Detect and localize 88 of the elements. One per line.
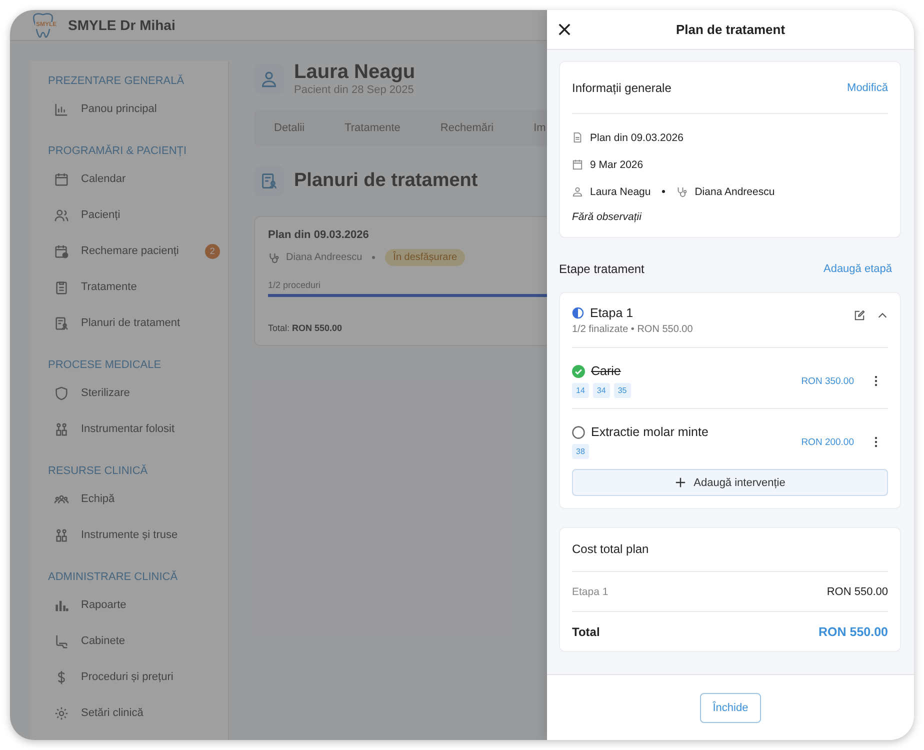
gear-icon — [54, 706, 69, 720]
cost-label: Etapa 1 — [572, 586, 608, 598]
sidebar-item[interactable]: Tratamente — [81, 281, 137, 293]
patient-name: Laura Neagu — [294, 61, 416, 84]
sidebar-item[interactable]: Instrumente și truse — [81, 529, 178, 541]
patient-name: Laura Neagu — [590, 186, 651, 198]
recall-icon — [54, 244, 69, 258]
edit-icon[interactable] — [854, 310, 865, 321]
close-drawer-button[interactable]: Închide — [700, 692, 762, 722]
tooth-tag: 14 — [572, 383, 589, 398]
sidebar-section-title: PREZENTARE GENERALĂ — [47, 74, 186, 89]
sidebar-section-title: PROGRAMĂRI & PACIENȚI — [47, 144, 188, 159]
tab[interactable]: Tratamente — [344, 118, 400, 138]
section-title: Etape tratament — [559, 262, 644, 276]
sidebar-item[interactable]: Rechemare pacienți — [81, 245, 179, 257]
patient-since: Pacient din 28 Sep 2025 — [294, 84, 415, 96]
sidebar-section-title: RESURSE CLINICĂ — [47, 464, 149, 479]
plan-name: Plan din 09.03.2026 — [590, 132, 684, 144]
stethoscope-icon — [676, 186, 688, 198]
doctor-name: Diana Andreescu — [694, 186, 775, 198]
plus-icon — [674, 477, 686, 488]
tools-icon — [54, 422, 69, 436]
stage-summary: 1/2 finalizate • RON 550.00 — [572, 324, 693, 335]
more-options-icon[interactable] — [874, 375, 878, 387]
plan-title: Plan din 09.03.2026 — [268, 229, 370, 241]
doctor-name: Diana Andreescu — [286, 252, 362, 263]
tab[interactable]: Rechemări — [440, 118, 494, 138]
progress-label: 1/2 proceduri — [268, 280, 322, 290]
separator-dot — [662, 190, 665, 193]
sidebar-item[interactable]: Setări clinică — [81, 707, 144, 719]
tab[interactable]: Detalii — [274, 118, 305, 138]
plan-icon — [54, 316, 69, 330]
sidebar-section-title: PROCESE MEDICALE — [47, 358, 162, 373]
status-badge: În desfășurare — [385, 249, 466, 266]
sidebar-item[interactable]: Pacienți — [81, 209, 120, 221]
tooth-tag: 34 — [592, 383, 610, 398]
empty-circle-icon[interactable] — [572, 426, 585, 438]
add-stage-link[interactable]: Adaugă etapă — [823, 263, 892, 275]
add-intervention-button[interactable]: Adaugă intervenție — [572, 469, 888, 496]
separator-dot — [372, 256, 376, 259]
sidebar-item[interactable]: Rapoarte — [81, 599, 126, 611]
close-button[interactable] — [557, 22, 572, 37]
sidebar-item[interactable]: Cabinete — [81, 635, 126, 647]
brand-name: SMYLE Dr Mihai — [68, 17, 176, 33]
clipboard-icon — [54, 280, 69, 294]
shield-icon — [54, 386, 69, 400]
cost-value: RON 550.00 — [826, 586, 888, 598]
sidebar-item[interactable]: Instrumentar folosit — [81, 423, 175, 435]
tab[interactable]: Im — [534, 118, 546, 138]
calendar-icon — [572, 159, 583, 170]
check-circle-icon[interactable] — [572, 364, 585, 378]
stage-title: Etapa 1 — [590, 306, 634, 320]
plan-total: Total: RON 550.00 — [268, 323, 342, 333]
total-label: Total — [572, 624, 600, 638]
person-icon — [572, 186, 583, 197]
calendar-icon — [54, 172, 69, 186]
document-icon — [572, 132, 583, 143]
count-badge: 2 — [204, 244, 220, 258]
chair-icon — [54, 634, 69, 648]
notes-text: Fără observații — [572, 210, 643, 225]
intervention-name: Carie — [591, 364, 621, 378]
sidebar-section-title: ADMINISTRARE CLINICĂ — [47, 570, 179, 585]
plan-document-icon — [254, 166, 284, 196]
sidebar-item[interactable]: Sterilizare — [81, 387, 130, 399]
drawer-title: Plan de tratament — [676, 22, 786, 37]
sidebar-item[interactable]: Echipă — [81, 493, 115, 505]
tooth-tag: 38 — [572, 444, 589, 459]
sidebar-item[interactable]: Proceduri și prețuri — [81, 671, 174, 683]
tooth-tag: 35 — [614, 383, 631, 398]
plan-date: 9 Mar 2026 — [590, 158, 644, 170]
stethoscope-icon — [268, 252, 280, 264]
intervention-name: Extractie molar minte — [591, 425, 708, 439]
sidebar-item[interactable]: Planuri de tratament — [81, 317, 180, 329]
users-icon — [54, 208, 69, 222]
intervention-price: RON 200.00 — [801, 436, 854, 448]
total-value: RON 550.00 — [818, 624, 888, 638]
more-options-icon[interactable] — [874, 436, 878, 448]
progress-circle-icon — [572, 307, 584, 319]
chart-icon — [54, 102, 69, 116]
user-avatar-icon — [254, 64, 284, 94]
section-title: Planuri de tratament — [294, 170, 478, 192]
intervention-price: RON 350.00 — [801, 376, 854, 386]
card-title: Cost total plan — [572, 528, 888, 572]
card-title: Informații generale — [572, 80, 672, 94]
sidebar-item[interactable]: Calendar — [81, 173, 126, 185]
sidebar-item[interactable]: Panou principal — [81, 103, 157, 115]
tools-icon — [54, 528, 69, 542]
edit-link[interactable]: Modifică — [847, 82, 888, 94]
